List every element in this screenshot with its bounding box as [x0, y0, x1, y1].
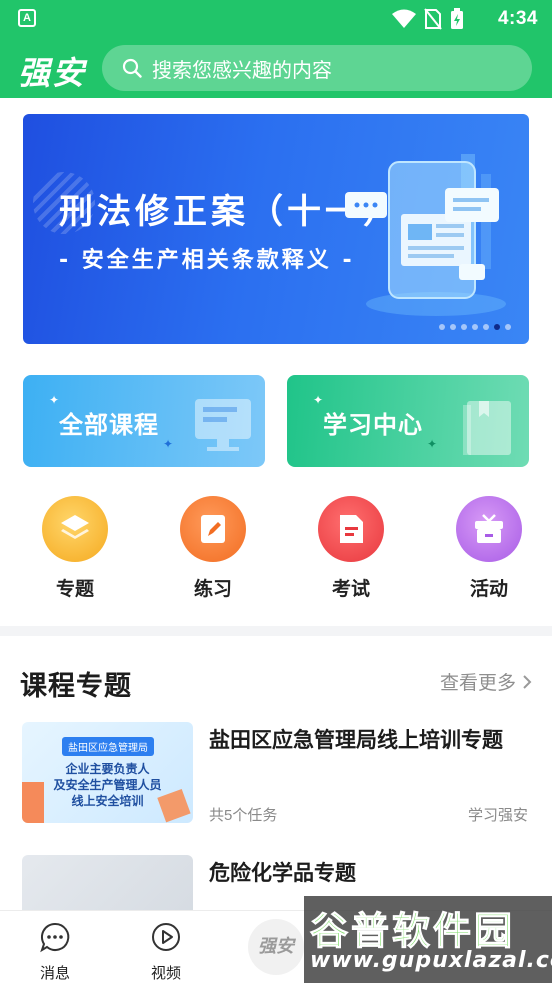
course-task-count: 共5个任务	[209, 807, 278, 824]
watermark-title: 谷普软件园	[309, 909, 516, 954]
study-center-card[interactable]: ✦ ✦ 学习中心	[287, 375, 529, 467]
search-icon	[122, 58, 142, 78]
chat-icon	[40, 922, 70, 953]
banner-subtitle: - 安全生产相关条款释义 -	[59, 248, 355, 273]
search-placeholder: 搜索您感兴趣的内容	[152, 59, 332, 82]
sparkle-icon: ✦	[163, 437, 174, 451]
search-bar[interactable]: 搜索您感兴趣的内容	[102, 45, 532, 91]
document-icon	[318, 496, 384, 562]
thumbnail-tag: 盐田区应急管理局	[62, 737, 154, 756]
battery-charging-icon	[451, 8, 463, 29]
all-courses-card[interactable]: ✦ ✦ 全部课程	[23, 375, 265, 467]
quick-practice[interactable]: 练习	[153, 496, 273, 601]
promo-banner[interactable]: 刑法修正案（十一） - 安全生产相关条款释义 -	[23, 114, 529, 344]
quick-activity[interactable]: 活动	[429, 496, 549, 601]
thumbnail-line: 及安全生产管理人员	[53, 778, 162, 792]
page-dot[interactable]	[461, 324, 467, 330]
view-more-label: 查看更多	[439, 673, 516, 694]
quick-practice-label: 练习	[193, 579, 232, 600]
quick-topics-label: 专题	[55, 579, 94, 600]
phone-document-illustration	[345, 154, 506, 316]
course-source: 学习强安	[467, 807, 528, 824]
all-courses-label: 全部课程	[59, 412, 159, 439]
study-center-label: 学习中心	[323, 412, 423, 439]
page-dot[interactable]	[472, 324, 478, 330]
page-dot[interactable]	[450, 324, 456, 330]
quick-exam-label: 考试	[331, 579, 370, 600]
course-title: 盐田区应急管理局线上培训专题	[209, 729, 503, 752]
page-dot[interactable]	[483, 324, 489, 330]
page-dot[interactable]	[505, 324, 511, 330]
status-icons	[392, 8, 464, 30]
quick-activity-label: 活动	[469, 579, 508, 600]
tab-home-logo[interactable]: 强安	[248, 919, 304, 975]
watermark-url: www.gupuxlazal.com	[310, 948, 552, 973]
sparkle-icon: ✦	[313, 393, 324, 407]
status-bar: A 4:34	[0, 0, 552, 38]
course-thumbnail: 盐田区应急管理局 企业主要负责人 及安全生产管理人员 线上安全培训	[22, 722, 193, 823]
page-dot[interactable]	[439, 324, 445, 330]
section-title: 课程专题	[20, 671, 132, 701]
tab-messages[interactable]: 消息	[15, 921, 95, 983]
tab-video-label: 视频	[150, 965, 181, 982]
page-dot-active[interactable]	[494, 324, 500, 330]
sparkle-icon: ✦	[427, 437, 438, 451]
clock: 4:34	[497, 8, 538, 29]
banner-pagination	[439, 324, 511, 330]
thumbnail-line: 企业主要负责人	[65, 762, 150, 776]
chevron-right-icon	[523, 674, 532, 689]
edit-icon	[180, 496, 246, 562]
app-logo: 强安	[18, 54, 87, 92]
tab-messages-label: 消息	[39, 965, 70, 982]
sparkle-icon: ✦	[49, 393, 60, 407]
section-divider	[0, 626, 552, 636]
quick-topics[interactable]: 专题	[15, 496, 135, 601]
tab-video[interactable]: 视频	[126, 921, 206, 983]
wifi-icon	[392, 9, 416, 28]
site-watermark: 谷普软件园 www.gupuxlazal.com	[304, 896, 552, 983]
gift-icon	[456, 496, 522, 562]
app-notification-icon: A	[18, 9, 36, 27]
book-icon	[463, 401, 511, 455]
quick-exam[interactable]: 考试	[291, 496, 411, 601]
no-sim-icon	[424, 8, 442, 30]
monitor-icon	[195, 399, 251, 451]
app-header: 强安 搜索您感兴趣的内容	[0, 38, 552, 98]
view-more-link[interactable]: 查看更多	[440, 668, 532, 695]
thumbnail-line: 线上安全培训	[71, 794, 144, 808]
play-icon	[152, 923, 180, 951]
layers-icon	[42, 496, 108, 562]
course-title: 危险化学品专题	[209, 862, 356, 885]
